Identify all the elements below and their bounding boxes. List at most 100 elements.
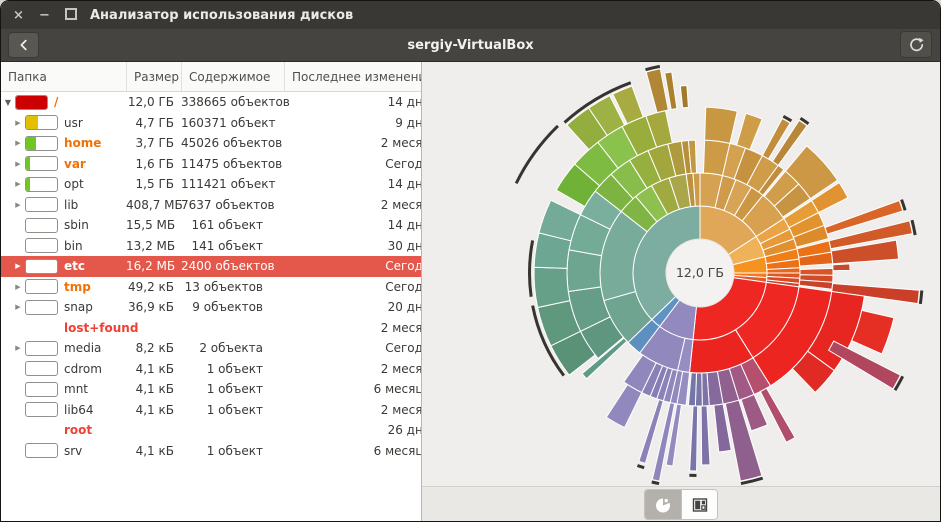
table-row[interactable]: cdrom4,1 кБ1 объект2 месяца [1, 359, 422, 380]
modified-value: 2 месяца [284, 362, 422, 376]
table-row[interactable]: ▶opt1,5 ГБ111421 объект14 дней [1, 174, 422, 195]
expander-icon[interactable]: ▶ [13, 262, 23, 270]
table-row[interactable]: ▼/12,0 ГБ338665 объектов14 дней [1, 92, 422, 113]
folder-name: root [64, 423, 92, 437]
table-row[interactable]: ▶var1,6 ГБ11475 объектовСегодня [1, 154, 422, 175]
expander-icon[interactable]: ▶ [13, 303, 23, 311]
column-header-size[interactable]: Размер [126, 62, 181, 91]
modified-value: 2 месяца [284, 136, 422, 150]
expander-icon[interactable]: ▶ [13, 160, 23, 168]
column-header-contents[interactable]: Содержимое [181, 62, 284, 91]
expander-icon[interactable]: ▶ [13, 283, 23, 291]
expander-icon[interactable]: ▶ [13, 344, 23, 352]
rings-chart-icon [654, 496, 672, 514]
column-header-modified[interactable]: Последнее изменение [284, 62, 422, 91]
table-row[interactable]: srv4,1 кБ1 объект6 месяцев [1, 441, 422, 462]
folder-name: var [64, 157, 86, 171]
folder-name: lost+found [64, 321, 138, 335]
folder-name: media [64, 341, 101, 355]
sunburst-arc[interactable] [833, 264, 850, 271]
folder-cell: ▼/ [1, 95, 126, 110]
maximize-icon [65, 8, 77, 20]
minimize-button[interactable]: − [38, 9, 51, 22]
modified-value: 20 дней [284, 300, 422, 314]
usage-meter [25, 279, 58, 294]
table-row[interactable]: lost+found2 месяца [1, 318, 422, 339]
folder-name: srv [64, 444, 82, 458]
modified-value: 6 месяцев [284, 382, 422, 396]
sunburst-arc[interactable] [829, 341, 901, 389]
close-button[interactable]: × [12, 9, 25, 22]
table-row[interactable]: sbin15,5 МБ161 объект14 дней [1, 215, 422, 236]
contents-value: 111421 объект [181, 177, 284, 191]
sunburst-arc[interactable] [800, 268, 833, 275]
folder-table: Папка Размер Содержимое Последнее измене… [1, 62, 422, 522]
treemap-view-button[interactable] [681, 490, 717, 519]
table-row[interactable]: ▶lib408,7 МБ7637 объектов2 месяца [1, 195, 422, 216]
table-row[interactable]: root 26 дней [1, 420, 422, 441]
usage-meter [25, 341, 58, 356]
folder-cell: ▶tmp [1, 279, 126, 294]
expander-icon[interactable]: ▶ [13, 180, 23, 188]
sunburst-arc[interactable] [688, 373, 696, 406]
contents-value: 2 объекта [181, 341, 284, 355]
sunburst-arc[interactable] [680, 85, 688, 107]
expander-icon[interactable]: ▶ [13, 119, 23, 127]
column-header-folder[interactable]: Папка [1, 62, 126, 91]
folder-cell: root [1, 423, 126, 437]
modified-value: 2 месяца [284, 198, 422, 212]
size-value: 4,1 кБ [126, 444, 181, 458]
table-row[interactable]: ▶media8,2 кБ2 объектаСегодня [1, 338, 422, 359]
maximize-button[interactable] [64, 8, 77, 23]
table-row[interactable]: lib644,1 кБ1 объект2 месяца [1, 400, 422, 421]
sunburst-arc[interactable] [690, 406, 698, 471]
folder-cell: ▶lib [1, 197, 126, 212]
rings-view-button[interactable] [645, 490, 681, 519]
table-row[interactable]: ▶home3,7 ГБ45026 объектов2 месяца [1, 133, 422, 154]
sunburst-arc[interactable] [534, 267, 570, 307]
contents-value: 1 объект [181, 382, 284, 396]
table-row[interactable]: mnt4,1 кБ1 объект6 месяцев [1, 379, 422, 400]
usage-meter-fill [26, 157, 30, 170]
sunburst-arc[interactable] [606, 385, 641, 428]
table-row[interactable]: ▶snap36,9 кБ9 объектов20 дней [1, 297, 422, 318]
rings-chart: 12,0 ГБ [422, 62, 940, 487]
expander-icon[interactable]: ▶ [13, 201, 23, 209]
folder-name: mnt [64, 382, 88, 396]
folder-name: sbin [64, 218, 89, 232]
size-value: 36,9 кБ [126, 300, 181, 314]
usage-meter [25, 156, 58, 171]
back-button[interactable] [8, 32, 39, 58]
sunburst-arc[interactable] [760, 388, 795, 442]
folder-cell: mnt [1, 382, 126, 397]
refresh-icon [908, 37, 924, 53]
folder-name: lib64 [64, 403, 94, 417]
sunburst-arc[interactable] [705, 107, 738, 143]
folder-name: home [64, 136, 101, 150]
folder-name: snap [64, 300, 93, 314]
folder-name: bin [64, 239, 83, 253]
sunburst-arc[interactable] [737, 113, 763, 149]
back-chevron-icon [17, 38, 31, 52]
modified-value: 6 месяцев [284, 444, 422, 458]
main-content: Папка Размер Содержимое Последнее измене… [1, 62, 940, 522]
sunburst-arc[interactable] [701, 406, 710, 465]
table-row[interactable]: bin13,2 МБ141 объект30 дней [1, 236, 422, 257]
folder-name: opt [64, 177, 84, 191]
modified-value: Сегодня [284, 157, 422, 171]
contents-value: 1 объект [181, 403, 284, 417]
table-row[interactable]: ▶etc16,2 МБ2400 объектовСегодня [1, 256, 422, 277]
usage-meter [25, 238, 58, 253]
refresh-button[interactable] [900, 31, 932, 58]
expander-icon[interactable]: ▼ [3, 98, 13, 107]
size-value: 4,7 ГБ [126, 116, 181, 130]
modified-value: 26 дней [284, 423, 422, 437]
app-window: × − Анализатор использования дисков serg… [0, 0, 941, 522]
modified-value: 30 дней [284, 239, 422, 253]
table-row[interactable]: ▶usr4,7 ГБ160371 объект9 дней [1, 113, 422, 134]
contents-value: 11475 объектов [181, 157, 284, 171]
folder-name: cdrom [64, 362, 102, 376]
table-row[interactable]: ▶tmp49,2 кБ13 объектовСегодня [1, 277, 422, 298]
sunburst-arc[interactable] [567, 250, 602, 292]
expander-icon[interactable]: ▶ [13, 139, 23, 147]
